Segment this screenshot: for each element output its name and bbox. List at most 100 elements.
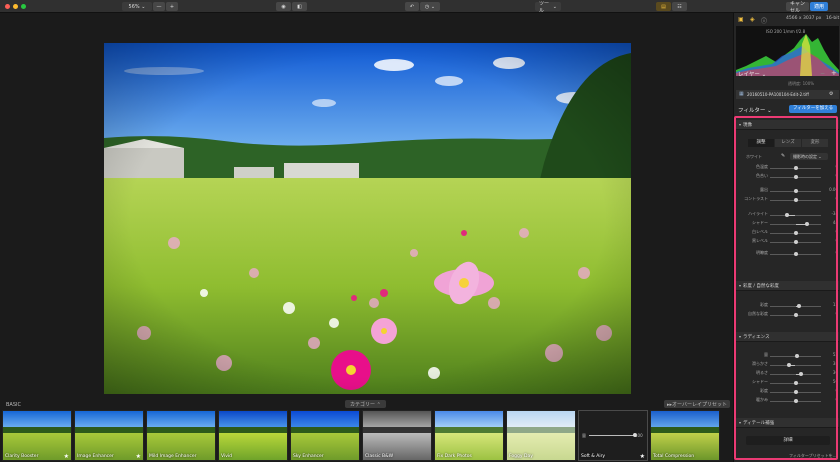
detail-section-header[interactable]: ▾ ディテール補強 (736, 418, 839, 428)
history-icon[interactable]: ◷ ⌄ (420, 2, 440, 11)
image-canvas[interactable] (0, 13, 733, 398)
preset-thumbnail[interactable]: Foggy Day (506, 410, 576, 461)
adjustment-slider[interactable] (770, 174, 821, 180)
slider-knob[interactable] (793, 312, 798, 317)
tools-dropdown[interactable]: ツール ⌄ (535, 1, 561, 14)
cancel-button[interactable]: キャンセル (786, 1, 809, 14)
close-window-button[interactable] (5, 4, 10, 9)
layers-title[interactable]: レイヤー ⌄ (738, 70, 766, 78)
slider-knob[interactable] (793, 230, 798, 235)
preset-thumbnail[interactable]: Total Compression (650, 410, 720, 461)
eyedropper-icon[interactable]: ✎ (781, 153, 785, 159)
preset-thumbnail-selected[interactable]: 量 100 Soft & Airy ★ (578, 410, 648, 461)
slider-knob[interactable] (798, 371, 803, 376)
zoom-out-button[interactable]: — (153, 2, 165, 11)
tab-transform[interactable]: 変形 (802, 139, 828, 147)
develop-section-header[interactable]: ▾ 現像 (736, 120, 839, 130)
slider-knob[interactable] (796, 303, 801, 308)
amount-slider[interactable] (589, 435, 635, 436)
filters-title[interactable]: フィルター ⌄ (738, 106, 772, 114)
undo-icon[interactable]: ↶ (405, 2, 419, 11)
adjustment-slider[interactable] (770, 312, 821, 318)
slider-knob[interactable] (793, 251, 798, 256)
tab-lens[interactable]: レンズ (775, 139, 801, 147)
amount-value: 100 (635, 433, 643, 438)
adjustment-slider[interactable] (770, 221, 821, 227)
adjustment-slider[interactable] (770, 353, 821, 359)
detail-button[interactable]: 詳細 (746, 436, 830, 445)
slider-knob[interactable] (804, 221, 809, 226)
slider-label: 滑らかさ (752, 361, 768, 366)
slider-knob[interactable] (793, 188, 798, 193)
adjustment-slider[interactable] (770, 230, 821, 236)
preset-thumbnail[interactable]: Sky Enhancer (290, 410, 360, 461)
zoom-level-dropdown[interactable]: 56% ⌄ (122, 2, 152, 11)
slider-label: ハイライト (748, 211, 768, 216)
slider-knob[interactable] (787, 362, 792, 367)
adjustment-slider[interactable] (770, 251, 821, 257)
tab-adjust[interactable]: 調整 (748, 139, 774, 147)
slider-knob[interactable] (793, 197, 798, 202)
slider-knob[interactable] (784, 212, 789, 217)
adjustment-slider[interactable] (770, 212, 821, 218)
category-dropdown[interactable]: カテゴリー ⌃ (345, 400, 386, 408)
preset-thumbnail[interactable]: Clarity Booster ★ (2, 410, 72, 461)
preset-thumbnail[interactable]: Mild Image Enhancer (146, 410, 216, 461)
apply-button[interactable]: 適用 (810, 2, 828, 11)
overlay-preset-dropdown[interactable]: ▸▸オーバーレイプリセット (664, 400, 730, 408)
slider-value: 52 (832, 352, 838, 357)
zoom-in-button[interactable]: + (166, 2, 178, 11)
slider-knob[interactable] (793, 165, 798, 170)
layers-icon[interactable]: ◈ (750, 16, 755, 23)
adjustment-slider[interactable] (770, 239, 821, 245)
slider-value: -34 (831, 211, 838, 216)
adjustment-slider[interactable] (770, 362, 821, 368)
white-balance-dropdown[interactable]: 撮影時の設定 ⌄ (790, 153, 828, 160)
adjustment-slider[interactable] (770, 303, 821, 309)
preset-thumbnail[interactable]: Image Enhancer ★ (74, 410, 144, 461)
image-icon[interactable]: ▣ (738, 16, 744, 23)
preset-thumbnail[interactable]: Vivid (218, 410, 288, 461)
adjustment-slider[interactable] (770, 389, 821, 395)
adjustment-slider[interactable] (770, 188, 821, 194)
adjustment-slider[interactable] (770, 197, 821, 203)
star-icon[interactable]: ★ (64, 453, 69, 460)
slider-knob[interactable] (793, 398, 798, 403)
star-icon[interactable]: ★ (640, 453, 645, 460)
info-icon[interactable]: ⓘ (761, 16, 767, 25)
compare-icon[interactable]: ◧ (292, 2, 307, 11)
slider-knob[interactable] (794, 353, 799, 358)
top-toolbar: 56% ⌄ — + ◉ ◧ ↶ ◷ ⌄ ツール ⌄ ▤ ☷ キャンセル 適用 (0, 0, 840, 14)
slider-knob[interactable] (793, 239, 798, 244)
preset-thumbnail[interactable]: Classic B&W (362, 410, 432, 461)
star-icon[interactable]: ★ (136, 453, 141, 460)
slider-knob[interactable] (793, 380, 798, 385)
minimize-window-button[interactable] (13, 4, 18, 9)
zoom-level-value: 56% (128, 3, 140, 10)
adjust-icon[interactable]: ☷ (672, 2, 687, 11)
slider-knob[interactable] (793, 389, 798, 394)
chevron-down-icon: ▾ (739, 122, 742, 127)
slider-label: 露出 (760, 187, 768, 192)
filter-preset-label[interactable]: フィルタープリセットを... (789, 453, 837, 459)
radiance-section-header[interactable]: ▾ ラディエンス (736, 332, 839, 342)
adjustment-slider[interactable] (770, 165, 821, 171)
zoom-window-button[interactable] (21, 4, 26, 9)
chevron-down-icon: ▾ (739, 334, 742, 339)
minus-icon[interactable]: − (820, 70, 825, 77)
slider-knob[interactable] (793, 174, 798, 179)
vibrance-section-header[interactable]: ▾ 彩度 / 自然な彩度 (736, 281, 839, 291)
add-layer-icon[interactable]: + (831, 69, 837, 77)
adjustment-slider[interactable] (770, 371, 821, 377)
layer-row[interactable]: ▦ 20160510-PA100104-Edit-2.tiff ⚙ (736, 90, 839, 99)
slider-value: 0 (835, 164, 838, 169)
adjustment-slider[interactable] (770, 398, 821, 404)
slider-value: 0 (835, 250, 838, 255)
panels-icon[interactable]: ▤ (656, 2, 671, 11)
preset-thumbnail[interactable]: Fix Dark Photos (434, 410, 504, 461)
preset-name: Clarity Booster (5, 454, 39, 459)
add-filter-button[interactable]: フィルターを加える (789, 105, 837, 113)
gear-icon[interactable]: ⚙ (829, 91, 833, 97)
eye-icon[interactable]: ◉ (276, 2, 291, 11)
adjustment-slider[interactable] (770, 380, 821, 386)
